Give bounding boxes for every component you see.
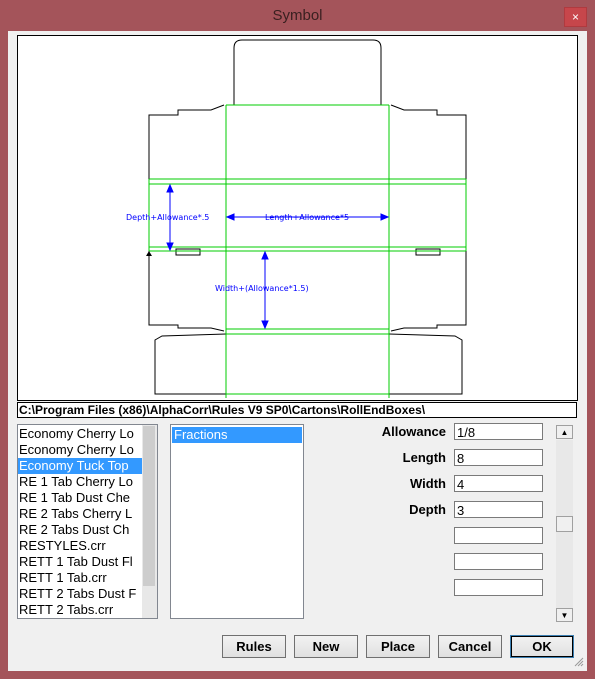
units-list[interactable]: Fractions xyxy=(170,424,304,619)
right-slot xyxy=(415,248,441,256)
file-list-item[interactable]: RESTYLES.crr xyxy=(18,538,142,554)
file-list-item[interactable]: Economy Cherry Lo xyxy=(18,426,142,442)
param-input[interactable]: 8 xyxy=(454,449,543,466)
new-button[interactable]: New xyxy=(294,635,358,658)
arrow-down-icon: ▼ xyxy=(560,611,569,620)
param-input[interactable] xyxy=(454,527,543,544)
style-file-list[interactable]: Economy Cherry Lo Economy Cherry Lo Econom… xyxy=(17,424,158,619)
param-input[interactable] xyxy=(454,579,543,596)
cancel-button[interactable]: Cancel xyxy=(438,635,502,658)
param-input[interactable] xyxy=(454,553,543,570)
window-title: Symbol xyxy=(272,7,323,24)
param-input[interactable]: 3 xyxy=(454,501,543,518)
bottom-left-flap xyxy=(154,333,227,395)
file-list-scrollbar[interactable] xyxy=(142,425,157,618)
params-scroll-thumb[interactable] xyxy=(556,516,573,532)
symbol-dialog: Symbol × Depth+Allowance*.5 Length+Allow… xyxy=(0,0,595,679)
file-list-item[interactable]: Economy Cherry Lo xyxy=(18,442,142,458)
file-items: Economy Cherry Lo Economy Cherry Lo Econom… xyxy=(18,426,142,618)
ok-button[interactable]: OK xyxy=(510,635,574,658)
left-slot xyxy=(175,248,201,256)
left-top-flap xyxy=(148,104,225,184)
title-bar[interactable]: Symbol × xyxy=(0,0,595,31)
file-list-item[interactable]: RETT 1 Tab.crr xyxy=(18,570,142,586)
file-list-item[interactable]: RE 2 Tabs Cherry L xyxy=(18,506,142,522)
param-input[interactable]: 4 xyxy=(454,475,543,492)
file-list-scroll-thumb[interactable] xyxy=(143,426,155,586)
param-label: Length xyxy=(402,450,446,465)
symbol-preview: Depth+Allowance*.5 Length+Allowance*5 Wi… xyxy=(17,35,578,401)
resize-grip-icon[interactable] xyxy=(574,657,584,667)
close-button[interactable]: × xyxy=(564,7,587,27)
origin-marker xyxy=(146,251,152,256)
close-icon: × xyxy=(571,10,579,24)
left-bottom-flap xyxy=(148,251,225,332)
folder-path: C:\Program Files (x86)\AlphaCorr\Rules V… xyxy=(17,402,577,418)
file-list-item[interactable]: RE 1 Tab Dust Che xyxy=(18,490,142,506)
length-formula: Length+Allowance*5 xyxy=(265,213,349,222)
file-list-item[interactable]: RETT 2 Tabs.crr xyxy=(18,602,142,618)
file-list-item[interactable]: RE 2 Tabs Dust Ch xyxy=(18,522,142,538)
width-formula: Width+(Allowance*1.5) xyxy=(215,284,309,293)
top-tuck-flap xyxy=(233,39,382,105)
file-list-item[interactable]: RETT 2 Tabs Dust F xyxy=(18,586,142,602)
bottom-right-flap xyxy=(388,333,463,395)
depth-formula: Depth+Allowance*.5 xyxy=(126,213,209,222)
arrow-up-icon: ▲ xyxy=(560,428,569,437)
param-label: Allowance xyxy=(381,424,446,439)
rules-button[interactable]: Rules xyxy=(222,635,286,658)
file-list-item[interactable]: Economy Tuck Top xyxy=(18,458,142,474)
file-list-item[interactable]: RE 1 Tab Cherry Lo xyxy=(18,474,142,490)
dialog-client: Depth+Allowance*.5 Length+Allowance*5 Wi… xyxy=(8,31,587,671)
carton-diagram: Depth+Allowance*.5 Length+Allowance*5 Wi… xyxy=(126,39,467,398)
right-bottom-flap xyxy=(390,251,467,332)
place-button[interactable]: Place xyxy=(366,635,430,658)
file-list-item[interactable]: RETT 1 Tab Dust Fl xyxy=(18,554,142,570)
params-scroll-down[interactable]: ▼ xyxy=(556,608,573,622)
right-top-flap xyxy=(390,104,467,184)
units-item-selected[interactable]: Fractions xyxy=(172,427,302,443)
param-label: Depth xyxy=(409,502,446,517)
param-label: Width xyxy=(410,476,446,491)
params-scroll-up[interactable]: ▲ xyxy=(556,425,573,439)
param-input[interactable]: 1/8 xyxy=(454,423,543,440)
